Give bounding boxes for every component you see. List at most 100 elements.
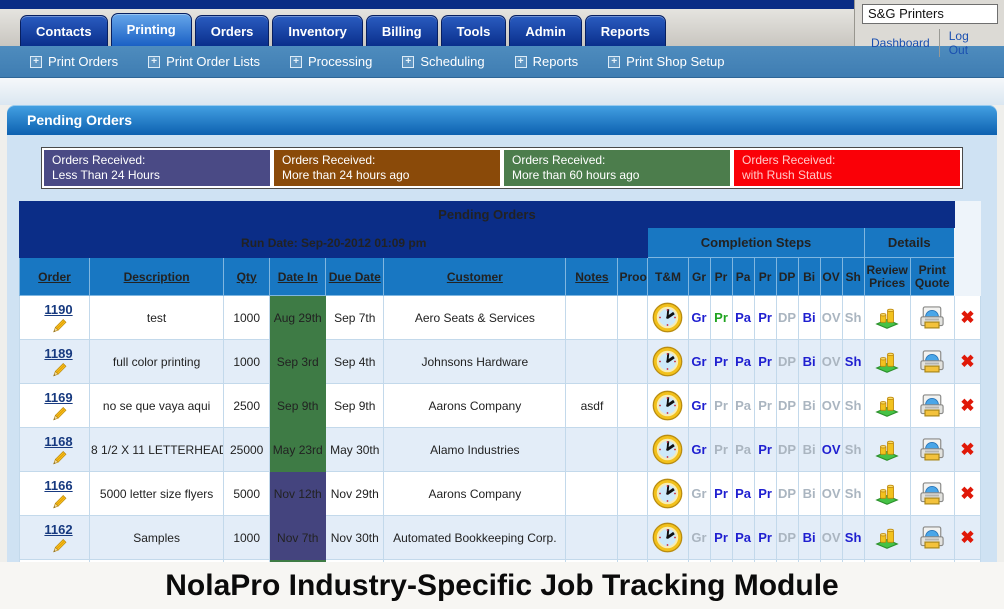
time-materials-clock-icon[interactable] <box>652 522 683 553</box>
menu-print-shop-setup[interactable]: + Print Shop Setup <box>608 54 724 69</box>
step-cell[interactable]: Gr <box>688 384 710 428</box>
print-quote-printer-icon[interactable] <box>917 436 947 464</box>
time-materials-clock-icon[interactable] <box>652 434 683 465</box>
order-number-link[interactable]: 1190 <box>28 302 89 317</box>
delete-x-icon[interactable]: ✖ <box>960 308 974 327</box>
order-number-link[interactable]: 1162 <box>28 522 89 537</box>
step-cell[interactable]: Sh <box>842 296 864 340</box>
step-cell[interactable]: Pa <box>732 384 754 428</box>
delete-x-icon[interactable]: ✖ <box>960 352 974 371</box>
step-cell[interactable]: Bi <box>798 472 820 516</box>
step-cell[interactable]: Bi <box>798 516 820 560</box>
step-cell[interactable]: Pa <box>732 296 754 340</box>
order-number-link[interactable]: 1166 <box>28 478 89 493</box>
step-cell[interactable]: DP <box>776 296 798 340</box>
time-materials-clock-icon[interactable] <box>652 390 683 421</box>
logout-link[interactable]: Log Out <box>939 29 998 57</box>
step-cell[interactable]: Bi <box>798 340 820 384</box>
time-materials-clock-icon[interactable] <box>652 302 683 333</box>
edit-pencil-icon[interactable] <box>46 493 72 512</box>
step-cell[interactable]: Bi <box>798 384 820 428</box>
delete-x-icon[interactable]: ✖ <box>960 396 974 415</box>
tab-tools[interactable]: Tools <box>441 15 507 46</box>
delete-x-icon[interactable]: ✖ <box>960 528 974 547</box>
menu-print-order-lists[interactable]: + Print Order Lists <box>148 54 260 69</box>
step-cell[interactable]: Pr <box>710 428 732 472</box>
col-customer[interactable]: Customer <box>384 258 566 296</box>
step-cell[interactable]: Sh <box>842 472 864 516</box>
order-number-link[interactable]: 1168 <box>28 434 89 449</box>
step-cell[interactable]: Pr <box>754 296 776 340</box>
step-cell[interactable]: Pr <box>754 340 776 384</box>
step-cell[interactable]: Pr <box>754 384 776 428</box>
delete-x-icon[interactable]: ✖ <box>960 440 974 459</box>
step-cell[interactable]: Gr <box>688 516 710 560</box>
tab-inventory[interactable]: Inventory <box>272 15 363 46</box>
tab-reports[interactable]: Reports <box>585 15 666 46</box>
tab-billing[interactable]: Billing <box>366 15 438 46</box>
menu-processing[interactable]: + Processing <box>290 54 372 69</box>
col-qty[interactable]: Qty <box>224 258 270 296</box>
step-cell[interactable]: Pa <box>732 340 754 384</box>
print-quote-printer-icon[interactable] <box>917 392 947 420</box>
tab-contacts[interactable]: Contacts <box>20 15 108 46</box>
col-description[interactable]: Description <box>90 258 224 296</box>
step-cell[interactable]: DP <box>776 384 798 428</box>
step-cell[interactable]: Pa <box>732 428 754 472</box>
step-cell[interactable]: Pr <box>754 472 776 516</box>
step-cell[interactable]: OV <box>820 340 842 384</box>
step-cell[interactable]: Pr <box>754 428 776 472</box>
step-cell[interactable]: Pr <box>754 516 776 560</box>
edit-pencil-icon[interactable] <box>46 361 72 380</box>
time-materials-clock-icon[interactable] <box>652 478 683 509</box>
review-prices-coins-icon[interactable] <box>873 349 901 375</box>
menu-print-orders[interactable]: + Print Orders <box>30 54 118 69</box>
review-prices-coins-icon[interactable] <box>873 525 901 551</box>
tab-printing[interactable]: Printing <box>111 13 192 46</box>
step-cell[interactable]: Gr <box>688 340 710 384</box>
delete-x-icon[interactable]: ✖ <box>960 484 974 503</box>
step-cell[interactable]: OV <box>820 428 842 472</box>
step-cell[interactable]: Pa <box>732 516 754 560</box>
print-quote-printer-icon[interactable] <box>917 480 947 508</box>
menu-reports[interactable]: + Reports <box>515 54 579 69</box>
step-cell[interactable]: Gr <box>688 472 710 516</box>
edit-pencil-icon[interactable] <box>46 449 72 468</box>
tab-admin[interactable]: Admin <box>509 15 581 46</box>
step-cell[interactable]: Sh <box>842 340 864 384</box>
company-selector[interactable]: S&G Printers <box>862 4 998 24</box>
step-cell[interactable]: Pa <box>732 472 754 516</box>
step-cell[interactable]: Pr <box>710 384 732 428</box>
step-cell[interactable]: OV <box>820 384 842 428</box>
step-cell[interactable]: Sh <box>842 428 864 472</box>
step-cell[interactable]: Sh <box>842 384 864 428</box>
edit-pencil-icon[interactable] <box>46 537 72 556</box>
print-quote-printer-icon[interactable] <box>917 348 947 376</box>
step-cell[interactable]: Pr <box>710 296 732 340</box>
review-prices-coins-icon[interactable] <box>873 305 901 331</box>
edit-pencil-icon[interactable] <box>46 405 72 424</box>
menu-scheduling[interactable]: + Scheduling <box>402 54 484 69</box>
step-cell[interactable]: OV <box>820 472 842 516</box>
col-due-date[interactable]: Due Date <box>326 258 384 296</box>
col-notes[interactable]: Notes <box>566 258 618 296</box>
step-cell[interactable]: OV <box>820 516 842 560</box>
tab-orders[interactable]: Orders <box>195 15 270 46</box>
step-cell[interactable]: DP <box>776 516 798 560</box>
step-cell[interactable]: Pr <box>710 340 732 384</box>
edit-pencil-icon[interactable] <box>46 317 72 336</box>
step-cell[interactable]: Bi <box>798 296 820 340</box>
review-prices-coins-icon[interactable] <box>873 481 901 507</box>
col-order[interactable]: Order <box>20 258 90 296</box>
step-cell[interactable]: DP <box>776 472 798 516</box>
time-materials-clock-icon[interactable] <box>652 346 683 377</box>
print-quote-printer-icon[interactable] <box>917 304 947 332</box>
review-prices-coins-icon[interactable] <box>873 437 901 463</box>
dashboard-link[interactable]: Dashboard <box>862 36 939 50</box>
step-cell[interactable]: Pr <box>710 516 732 560</box>
col-date-in[interactable]: Date In <box>270 258 326 296</box>
step-cell[interactable]: DP <box>776 428 798 472</box>
step-cell[interactable]: Sh <box>842 516 864 560</box>
order-number-link[interactable]: 1169 <box>28 390 89 405</box>
step-cell[interactable]: Gr <box>688 428 710 472</box>
